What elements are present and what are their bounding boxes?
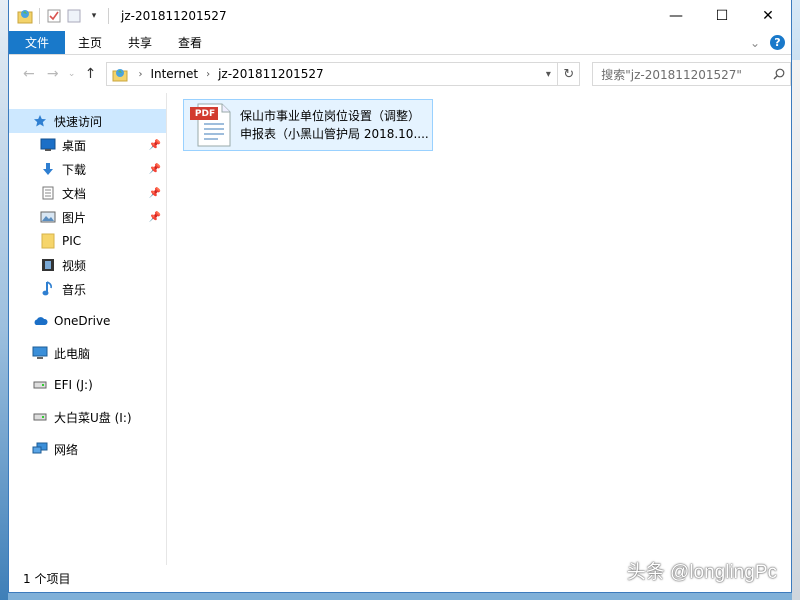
document-icon (40, 185, 56, 201)
music-note-icon (40, 281, 56, 297)
pictures-icon (40, 209, 56, 225)
search-icon[interactable] (768, 68, 790, 80)
sidebar-item-label: 下载 (62, 162, 87, 177)
search-input[interactable]: 搜索"jz-201811201527" (592, 62, 792, 86)
internet-folder-icon (17, 8, 33, 24)
up-button[interactable]: ↑ (79, 62, 103, 86)
item-count: 1 个项目 (23, 572, 71, 586)
sidebar-item-label: EFI (J:) (54, 378, 93, 392)
sidebar-item-pic[interactable]: PIC (9, 229, 166, 253)
sidebar-item-label: 视频 (62, 258, 87, 273)
sidebar-item-label: PIC (62, 234, 82, 248)
star-icon (32, 113, 48, 129)
desktop-background-right (792, 60, 800, 600)
tab-view[interactable]: 查看 (165, 31, 215, 54)
explorer-window: ▾ jz-201811201527 — ☐ ✕ 文件 主页 共享 查看 ⌄ ? … (8, 0, 792, 593)
toolbar-separator (39, 7, 40, 24)
sidebar-item-downloads[interactable]: 下载 📌 (9, 157, 166, 181)
pdf-file-icon: PDF (188, 102, 234, 148)
search-placeholder: 搜索"jz-201811201527" (601, 67, 742, 82)
breadcrumb-internet[interactable]: Internet (150, 67, 198, 81)
sidebar-item-network[interactable]: 网络 (9, 437, 166, 461)
sidebar-item-label: 图片 (62, 210, 87, 225)
minimize-button[interactable]: — (653, 0, 699, 31)
title-bar[interactable]: ▾ jz-201811201527 — ☐ ✕ (9, 0, 791, 31)
quick-access-toolbar: ▾ (9, 7, 111, 24)
drive-icon (32, 377, 48, 393)
sidebar-item-quick-access[interactable]: 快速访问 (9, 109, 166, 133)
folder-icon (40, 233, 56, 249)
sidebar-item-videos[interactable]: 视频 (9, 253, 166, 277)
breadcrumb-chevron-icon[interactable]: › (138, 69, 142, 80)
customize-toolbar-chevron-icon[interactable]: ▾ (86, 8, 102, 24)
window-title: jz-201811201527 (121, 8, 227, 23)
expand-ribbon-chevron-icon[interactable]: ⌄ (750, 36, 760, 50)
navigation-bar: ← → ⌄ ↑ › Internet › jz-201811201527 ▾ ↻… (9, 55, 792, 93)
sidebar-item-onedrive[interactable]: OneDrive (9, 309, 166, 333)
desktop-background (0, 0, 8, 600)
address-bar[interactable]: › Internet › jz-201811201527 ▾ (106, 62, 559, 86)
pin-icon[interactable]: 📌 (149, 188, 161, 199)
tab-home[interactable]: 主页 (65, 31, 115, 54)
properties-icon[interactable] (46, 8, 62, 24)
sidebar-item-drive-usb[interactable]: 大白菜U盘 (I:) (9, 405, 166, 429)
file-item[interactable]: PDF 保山市事业单位岗位设置（调整） 申报表（小黑山管护局 2018.10..… (183, 99, 433, 151)
ribbon-tabs: 文件 主页 共享 查看 ⌄ ? (9, 31, 791, 55)
pin-icon[interactable]: 📌 (149, 164, 161, 175)
toolbar-separator (108, 7, 109, 24)
new-folder-icon[interactable] (66, 8, 82, 24)
sidebar-item-drive-efi[interactable]: EFI (J:) (9, 373, 166, 397)
sidebar-item-label: 文档 (62, 186, 87, 201)
navigation-pane: 快速访问 桌面 📌 下载 📌 文档 📌 图片 📌 PIC 视频 音乐 OneDr… (9, 93, 167, 565)
close-button[interactable]: ✕ (745, 0, 791, 31)
sidebar-item-label: 快速访问 (54, 114, 103, 129)
sidebar-item-desktop[interactable]: 桌面 📌 (9, 133, 166, 157)
internet-location-icon (112, 65, 130, 83)
address-dropdown-icon[interactable]: ▾ (539, 69, 557, 80)
sidebar-item-this-pc[interactable]: 此电脑 (9, 341, 166, 365)
drive-icon (32, 409, 48, 425)
recent-locations-chevron-icon[interactable]: ⌄ (65, 62, 79, 86)
file-name-line-1: 保山市事业单位岗位设置（调整） (240, 109, 421, 123)
sidebar-item-label: OneDrive (54, 314, 111, 328)
breadcrumb-chevron-icon[interactable]: › (206, 69, 210, 80)
sidebar-item-label: 此电脑 (54, 346, 91, 361)
breadcrumb-current-folder[interactable]: jz-201811201527 (218, 67, 324, 81)
pin-icon[interactable]: 📌 (149, 212, 161, 223)
desktop-icon (40, 137, 56, 153)
back-button[interactable]: ← (17, 62, 41, 86)
file-name: 保山市事业单位岗位设置（调整） 申报表（小黑山管护局 2018.10.... (240, 107, 430, 143)
file-list[interactable]: PDF 保山市事业单位岗位设置（调整） 申报表（小黑山管护局 2018.10..… (167, 93, 791, 565)
ribbon-right-controls: ⌄ ? (750, 31, 791, 54)
file-name-line-2: 申报表（小黑山管护局 2018.10.... (240, 127, 429, 141)
sidebar-item-label: 音乐 (62, 282, 87, 297)
help-icon[interactable]: ? (770, 35, 785, 50)
sidebar-item-label: 大白菜U盘 (I:) (54, 410, 132, 425)
content-area: 快速访问 桌面 📌 下载 📌 文档 📌 图片 📌 PIC 视频 音乐 OneDr… (9, 93, 791, 565)
pdf-badge-label: PDF (194, 109, 216, 119)
pin-icon[interactable]: 📌 (149, 140, 161, 151)
download-arrow-icon (40, 161, 56, 177)
window-controls: — ☐ ✕ (653, 0, 791, 31)
tab-share[interactable]: 共享 (115, 31, 165, 54)
maximize-button[interactable]: ☐ (699, 0, 745, 31)
sidebar-item-label: 网络 (54, 442, 79, 457)
watermark-text: 头条 @longlingPc (626, 562, 777, 583)
forward-button[interactable]: → (41, 62, 65, 86)
cloud-icon (32, 313, 48, 329)
sidebar-item-documents[interactable]: 文档 📌 (9, 181, 166, 205)
sidebar-item-pictures[interactable]: 图片 📌 (9, 205, 166, 229)
tab-file[interactable]: 文件 (9, 31, 66, 54)
computer-icon (32, 345, 48, 361)
refresh-button[interactable]: ↻ (558, 62, 581, 86)
sidebar-item-music[interactable]: 音乐 (9, 277, 166, 301)
network-icon (32, 441, 48, 457)
video-film-icon (40, 257, 56, 273)
sidebar-item-label: 桌面 (62, 138, 87, 153)
